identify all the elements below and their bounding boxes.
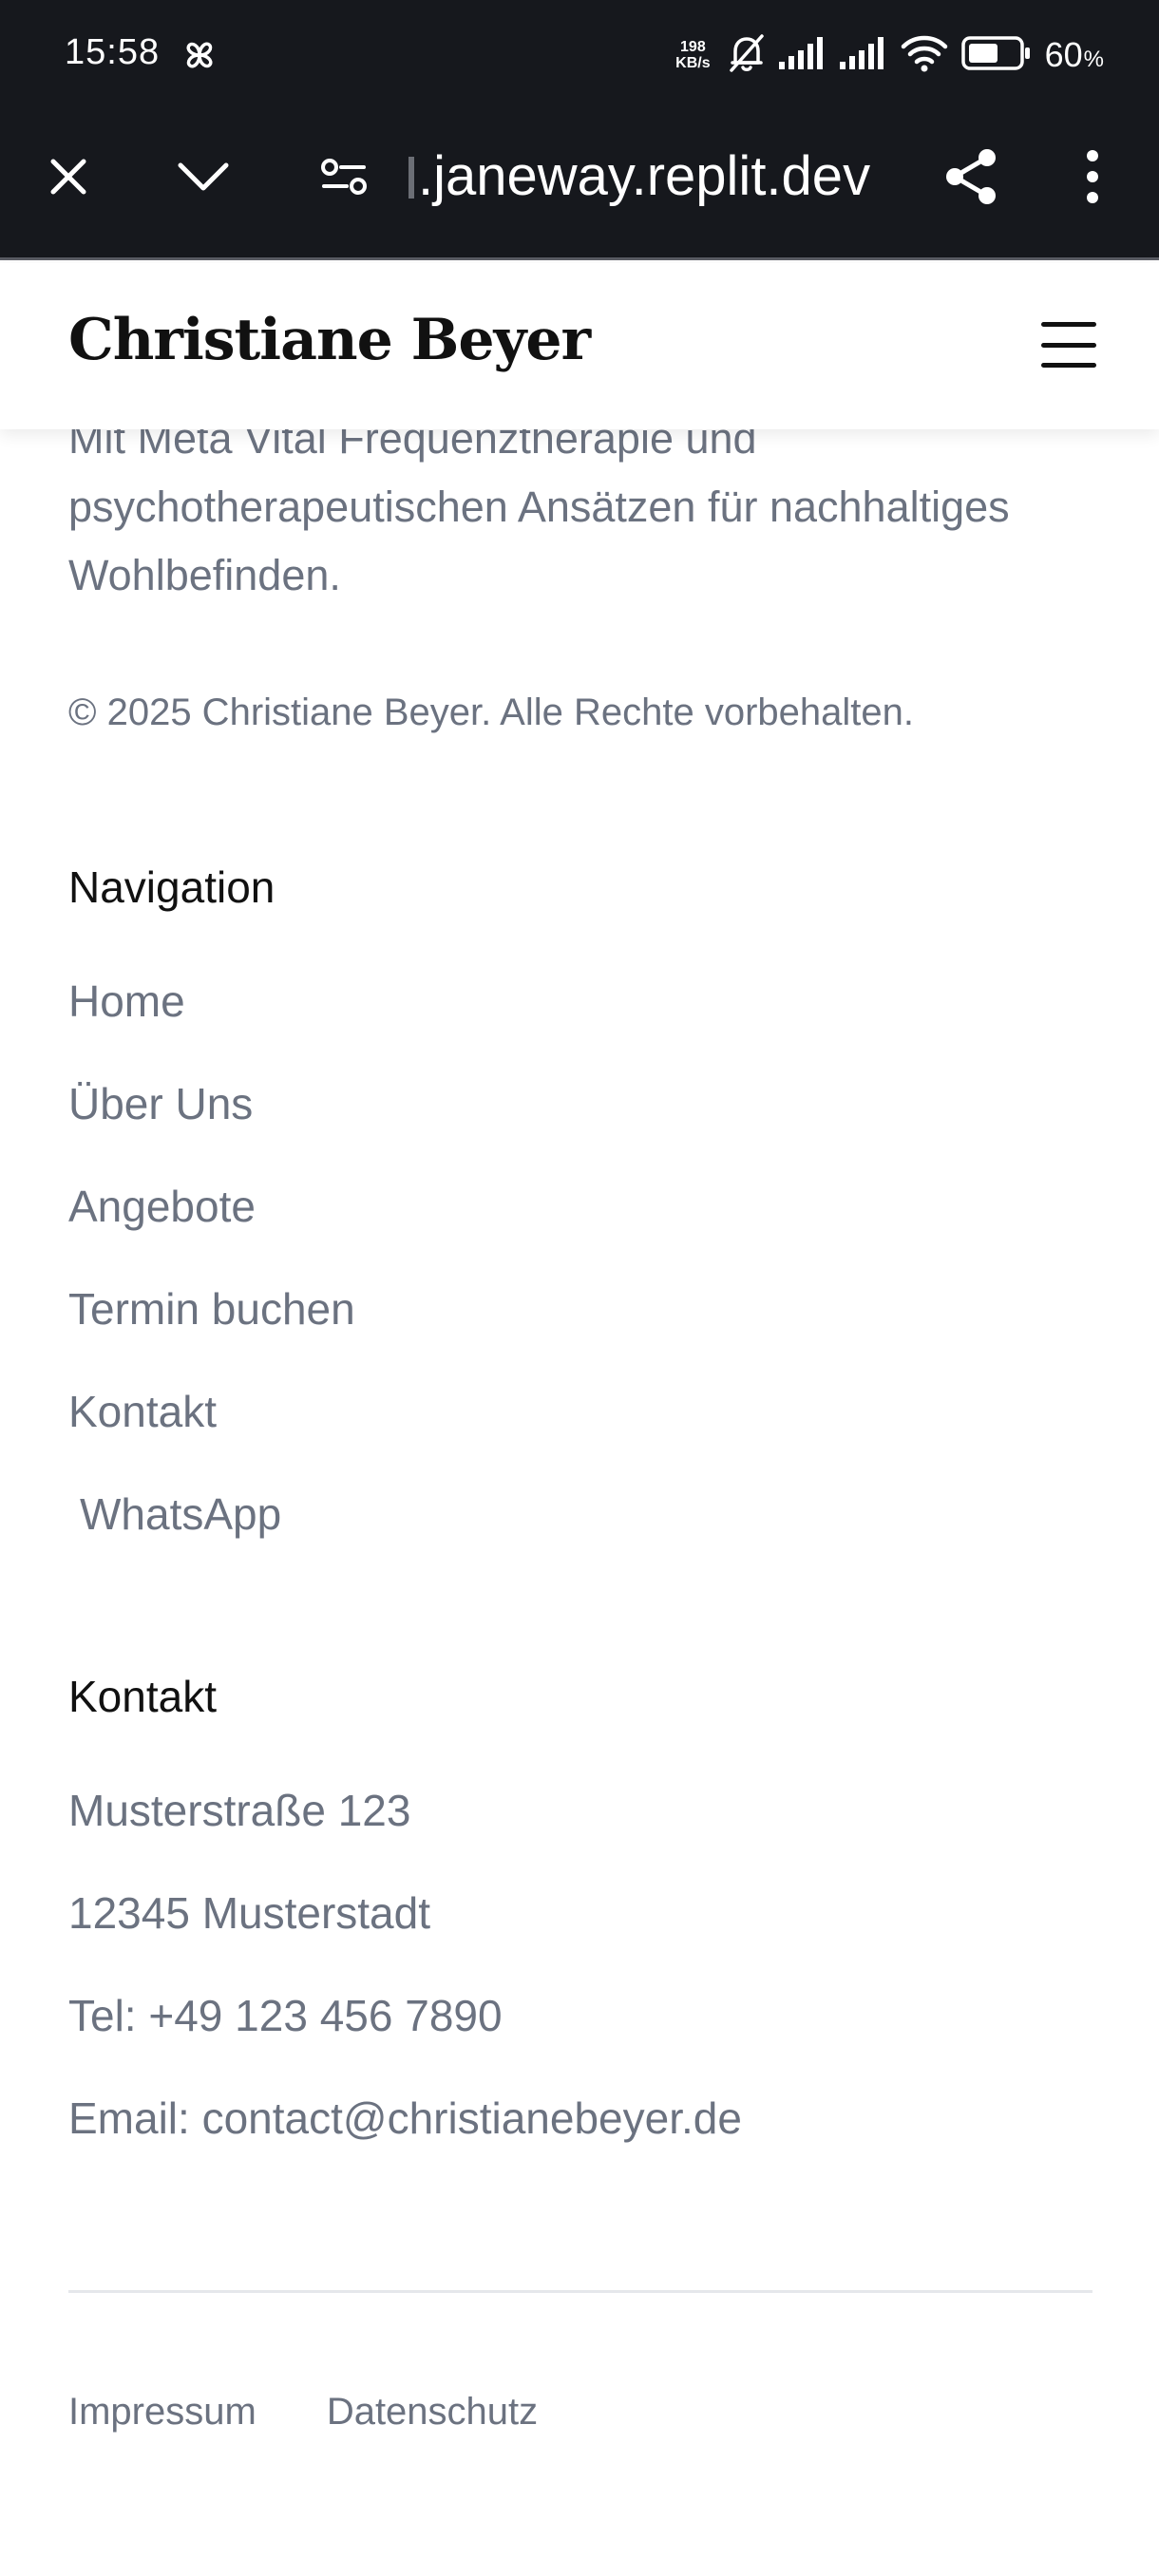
signal-icon (778, 36, 826, 74)
battery-percent-value: 60 (1044, 35, 1083, 74)
navigation-list: Home Über Uns Angebote Termin buchen Kon… (68, 975, 355, 1590)
contact-email-text[interactable]: Email: contact@christianebeyer.de (68, 2093, 742, 2143)
url-fade-mark (408, 157, 414, 199)
network-speed-unit: KB/s (675, 55, 711, 71)
footer-divider (68, 2290, 1092, 2293)
navigation-heading: Navigation (68, 862, 276, 912)
more-vert-icon (1086, 149, 1099, 209)
nav-item-kontakt[interactable]: Kontakt (68, 1385, 355, 1487)
bell-off-icon (728, 32, 766, 79)
status-indicators: 198 KB/s 60 % (675, 28, 1104, 82)
footer-intro-text: Mit Meta Vital Frequenztherapie und psyc… (68, 414, 1010, 599)
battery-percent-unit: % (1083, 47, 1104, 72)
nav-link-label[interactable]: Termin buchen (68, 1284, 355, 1334)
site-header: Christiane Beyer (0, 263, 1159, 429)
legal-links: Impressum Datenschutz (68, 2387, 538, 2436)
datenschutz-link[interactable]: Datenschutz (327, 2387, 538, 2436)
status-bar: 15:58 198 KB/s 60 % (0, 0, 1159, 114)
more-options-button[interactable] (1074, 148, 1112, 209)
nav-item-home[interactable]: Home (68, 975, 355, 1077)
nav-item-angebote[interactable]: Angebote (68, 1180, 355, 1282)
nav-link-label[interactable]: Home (68, 976, 185, 1026)
contact-city-text: 12345 Musterstadt (68, 1888, 431, 1938)
network-speed-value: 198 (680, 39, 706, 55)
nav-link-label[interactable]: Kontakt (68, 1387, 217, 1436)
contact-list: Musterstraße 123 12345 Musterstadt Tel: … (68, 1784, 742, 2194)
copyright-text: © 2025 Christiane Beyer. Alle Rechte vor… (68, 691, 914, 733)
address-bar[interactable]: .janeway.replit.dev (408, 144, 912, 209)
share-icon (943, 147, 998, 211)
wifi-icon (901, 34, 948, 77)
close-tab-button[interactable] (42, 152, 95, 205)
pinwheel-icon (180, 36, 218, 79)
menu-line (1041, 322, 1096, 327)
nav-item-whatsapp[interactable]: WhatsApp (68, 1487, 355, 1590)
site-title[interactable]: Christiane Beyer (68, 307, 591, 373)
contact-email[interactable]: Email: contact@christianebeyer.de (68, 2092, 742, 2194)
contact-city: 12345 Musterstadt (68, 1886, 742, 1989)
contact-street-text: Musterstraße 123 (68, 1786, 411, 1835)
battery-percentage: 60% (1045, 35, 1104, 75)
contact-phone-text[interactable]: Tel: +49 123 456 7890 (68, 1991, 503, 2040)
share-button[interactable] (940, 148, 1001, 209)
toolbar-divider (0, 257, 1159, 260)
nav-link-label[interactable]: Über Uns (68, 1079, 253, 1128)
nav-link-label[interactable]: WhatsApp (80, 1489, 281, 1539)
contact-phone[interactable]: Tel: +49 123 456 7890 (68, 1989, 742, 2092)
nav-item-termin-buchen[interactable]: Termin buchen (68, 1282, 355, 1385)
menu-line (1041, 363, 1096, 368)
contact-street: Musterstraße 123 (68, 1784, 742, 1886)
contact-heading: Kontakt (68, 1672, 217, 1721)
signal-icon (839, 36, 887, 74)
hamburger-menu-icon[interactable] (1041, 322, 1096, 368)
status-time: 15:58 (65, 32, 161, 72)
chevron-down-icon (177, 160, 230, 199)
site-settings-button[interactable] (317, 156, 370, 201)
battery-icon (960, 35, 1032, 75)
nav-link-label[interactable]: Angebote (68, 1182, 256, 1231)
minimize-tab-button[interactable] (175, 152, 232, 205)
close-icon (48, 156, 89, 202)
site-settings-icon (320, 158, 368, 200)
menu-line (1041, 342, 1096, 348)
browser-toolbar: .janeway.replit.dev (0, 114, 1159, 260)
nav-item-ueber-uns[interactable]: Über Uns (68, 1077, 355, 1180)
impressum-link[interactable]: Impressum (68, 2387, 256, 2436)
network-speed: 198 KB/s (675, 39, 710, 71)
url-text: .janeway.replit.dev (418, 145, 871, 207)
